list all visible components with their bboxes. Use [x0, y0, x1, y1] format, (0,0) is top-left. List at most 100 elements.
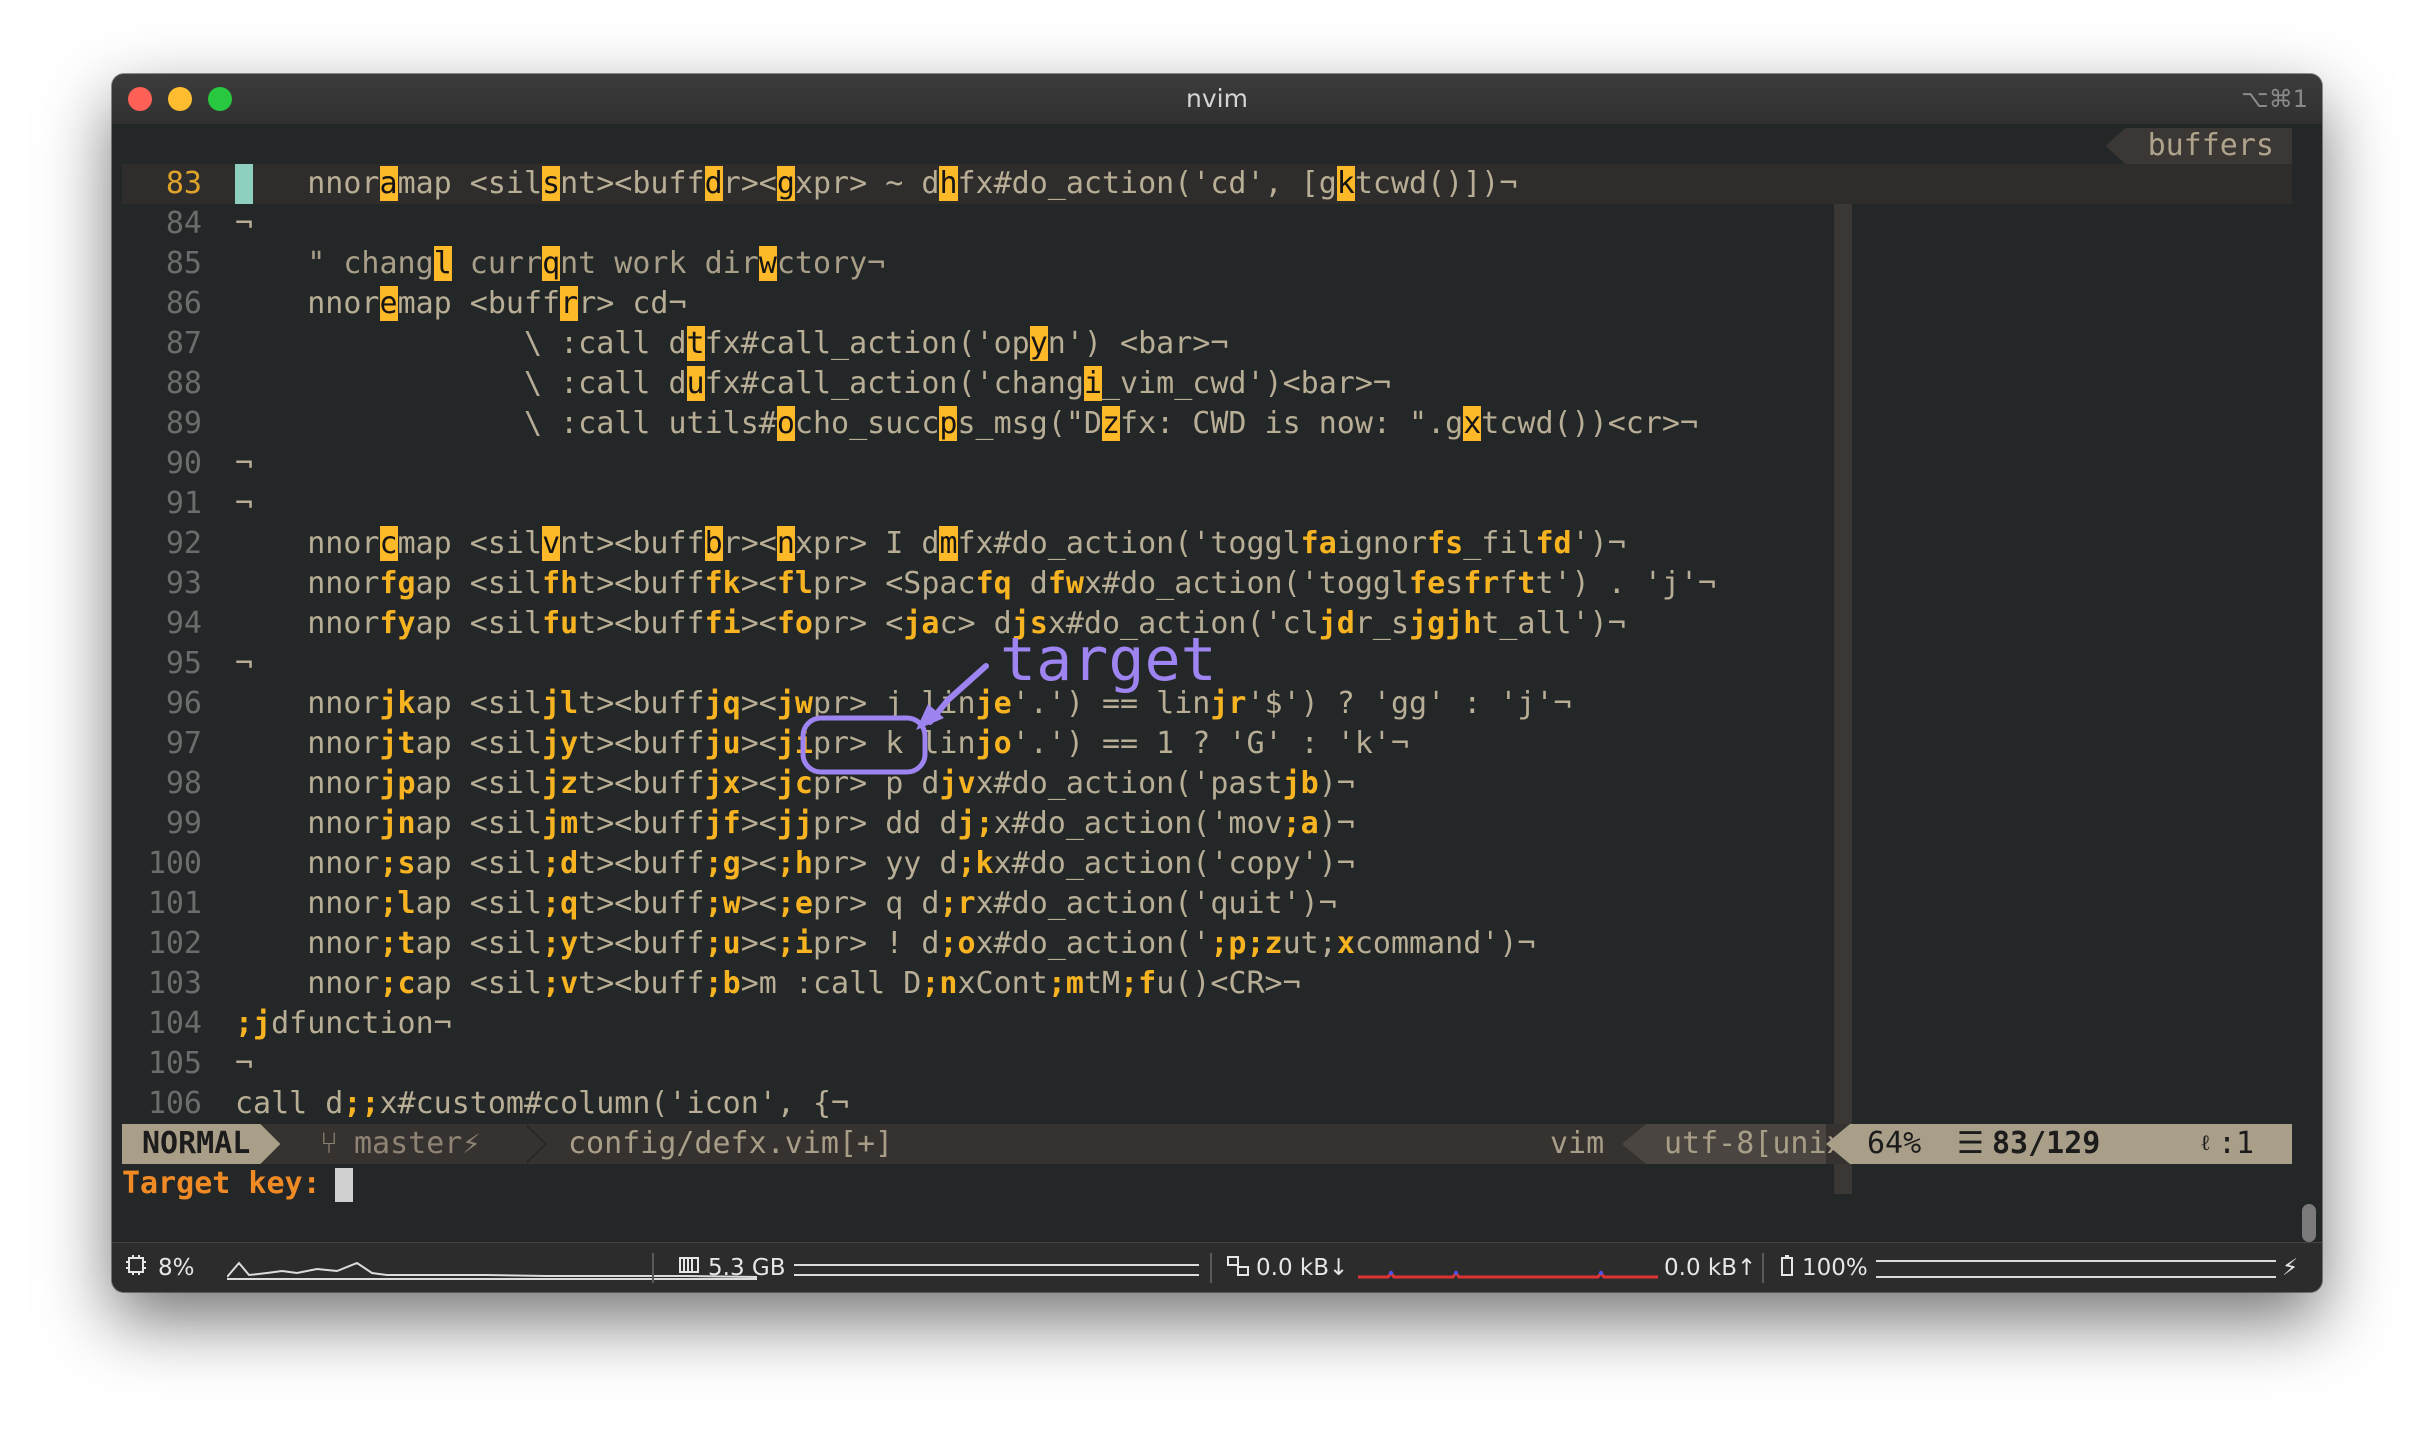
jump-hint: ji	[776, 726, 813, 761]
line-text: \ :call dufx#call_action('changi_vim_cwd…	[235, 364, 1391, 404]
code-line[interactable]: 84 ¬	[122, 204, 2292, 244]
jump-hint: jz	[542, 766, 579, 801]
file-type: vim	[1550, 1126, 1605, 1161]
code-text: t_all')¬	[1481, 606, 1626, 641]
code-text: t><buff	[578, 766, 705, 801]
code-line[interactable]: 85 " changl currqnt work dirwctory¬	[122, 244, 2292, 284]
battery-icon	[1780, 1255, 1794, 1283]
jump-hint: t	[686, 326, 705, 361]
jump-hint: fg	[379, 566, 416, 601]
code-line[interactable]: 98 nnorjpap <siljzt><buffjx><jcpr> p djv…	[122, 764, 2292, 804]
jump-hint: l	[433, 246, 452, 281]
code-line[interactable]: 88 \ :call dufx#call_action('changi_vim_…	[122, 364, 2292, 404]
code-text: ap <sil	[415, 966, 543, 1001]
jump-hint: j;	[957, 806, 994, 841]
code-line[interactable]: 103 nnor;cap <sil;vt><buff;b>m :call D;n…	[122, 964, 2292, 1004]
code-line[interactable]: 87 \ :call dtfx#call_action('opyn') <bar…	[122, 324, 2292, 364]
code-line[interactable]: 90 ¬	[122, 444, 2292, 484]
code-text: x#custom#column('icon', {¬	[379, 1086, 850, 1121]
code-line[interactable]: 83 nnoramap <silsnt><buffdr><gxpr> ~ dhf…	[122, 164, 2292, 204]
command-line[interactable]: Target key:	[122, 1164, 353, 1204]
code-line[interactable]: 95 ¬	[122, 644, 2292, 684]
code-text: \ :call utils#	[235, 406, 777, 441]
jump-hint: ;y	[542, 926, 579, 961]
code-text: pr> dd d	[813, 806, 958, 841]
jump-hint: g	[776, 166, 795, 201]
jump-hint: ;z	[1246, 926, 1283, 961]
battery-level: 100%	[1802, 1255, 1868, 1281]
code-line[interactable]: 100 nnor;sap <sil;dt><buff;g><;hpr> yy d…	[122, 844, 2292, 884]
line-number: 98	[165, 766, 202, 801]
code-line[interactable]: 92 nnorcmap <silvnt><buffbr><nxpr> I dmf…	[122, 524, 2292, 564]
window-scrollbar-thumb[interactable]	[2302, 1204, 2316, 1242]
code-text: pr> ! d	[813, 926, 940, 961]
jump-hint: ;b	[704, 966, 741, 1001]
code-line[interactable]: 94 nnorfyap <silfut><bufffi><fopr> <jac>…	[122, 604, 2292, 644]
jump-hint: fh	[542, 566, 579, 601]
jump-hint: y	[1029, 326, 1048, 361]
line-text: nnorcmap <silvnt><buffbr><nxpr> I dmfx#d…	[235, 524, 1626, 564]
code-text: t><buff	[578, 566, 705, 601]
line-text: nnoramap <silsnt><buffdr><gxpr> ~ dhfx#d…	[235, 164, 1517, 204]
code-text: cho_succ	[794, 406, 940, 441]
jump-hint: ;q	[542, 886, 579, 921]
code-text: t><buff	[578, 886, 705, 921]
charging-icon: ⚡	[2282, 1255, 2299, 1281]
code-line[interactable]: 97 nnorjtap <siljyt><buffju><jipr> k lin…	[122, 724, 2292, 764]
jump-hint: ;g	[704, 846, 741, 881]
divider	[1762, 1253, 1764, 1283]
jump-hint: jo	[975, 726, 1012, 761]
code-text: f	[1499, 566, 1518, 601]
jump-hint: i	[1083, 366, 1102, 401]
code-line[interactable]: 102 nnor;tap <sil;yt><buff;u><;ipr> ! d;…	[122, 924, 2292, 964]
line-text: nnorjpap <siljzt><buffjx><jcpr> p djvx#d…	[235, 764, 1355, 804]
code-text: n') <bar>¬	[1047, 326, 1229, 361]
code-text: ><	[740, 886, 777, 921]
code-line[interactable]: 93 nnorfgap <silfht><bufffk><flpr> <Spac…	[122, 564, 2292, 604]
jump-hint: x	[1463, 406, 1482, 441]
code-text: nt><buff	[560, 526, 705, 561]
code-text: nnor	[235, 286, 380, 321]
line-text: \ :call dtfx#call_action('opyn') <bar>¬	[235, 324, 1228, 364]
jump-hint: v	[542, 526, 561, 561]
line-number: 92	[165, 526, 202, 561]
code-text: r_s	[1354, 606, 1410, 641]
jump-hint: fo	[776, 606, 813, 641]
code-text: x#do_action('mov	[993, 806, 1283, 841]
code-line[interactable]: 105 ¬	[122, 1044, 2292, 1084]
code-text: ')¬	[1571, 526, 1626, 561]
code-line[interactable]: 99 nnorjnap <siljmt><buffjf><jjpr> dd dj…	[122, 804, 2292, 844]
jump-hint: n	[776, 526, 795, 561]
code-text: map <sil	[397, 526, 543, 561]
code-line[interactable]: 106 call d;;x#custom#column('icon', {¬	[122, 1084, 2292, 1124]
code-line[interactable]: 86 nnoremap <buffrr> cd¬	[122, 284, 2292, 324]
line-number: 90	[165, 446, 202, 481]
jump-hint: u	[686, 366, 705, 401]
code-line[interactable]: 101 nnor;lap <sil;qt><buff;w><;epr> q d;…	[122, 884, 2292, 924]
code-text: dfunction¬	[271, 1006, 452, 1041]
code-line[interactable]: 96 nnorjkap <siljlt><buffjq><jwpr> j lin…	[122, 684, 2292, 724]
code-text: )¬	[1318, 806, 1355, 841]
jump-hint: fl	[776, 566, 813, 601]
code-text: nnor	[235, 566, 380, 601]
title-bar: nvim ⌥⌘1	[112, 74, 2322, 124]
code-text: t><buff	[578, 686, 705, 721]
code-line[interactable]: 104 ;jdfunction¬	[122, 1004, 2292, 1044]
jump-hint: ja	[903, 606, 940, 641]
line-text: ¬	[235, 1044, 253, 1084]
jump-hint: m	[939, 526, 958, 561]
code-text: ap <sil	[415, 766, 543, 801]
jump-hint: w	[758, 246, 777, 281]
jump-hint: jx	[704, 766, 741, 801]
branch-icon: ⑂	[320, 1126, 338, 1161]
line-text: ¬	[235, 444, 253, 484]
line-text: nnorjtap <siljyt><buffju><jipr> k linjo'…	[235, 724, 1409, 764]
code-editor[interactable]: 83 nnoramap <silsnt><buffdr><gxpr> ~ dhf…	[122, 164, 2292, 1124]
jump-hint: ;d	[542, 846, 579, 881]
jump-hint: ;r	[939, 886, 976, 921]
line-number: 91	[165, 486, 202, 521]
code-line[interactable]: 91 ¬	[122, 484, 2292, 524]
buffers-label[interactable]: buffers	[2105, 128, 2292, 164]
code-line[interactable]: 89 \ :call utils#ocho_succps_msg("Dzfx: …	[122, 404, 2292, 444]
code-text: t><buff	[578, 846, 705, 881]
